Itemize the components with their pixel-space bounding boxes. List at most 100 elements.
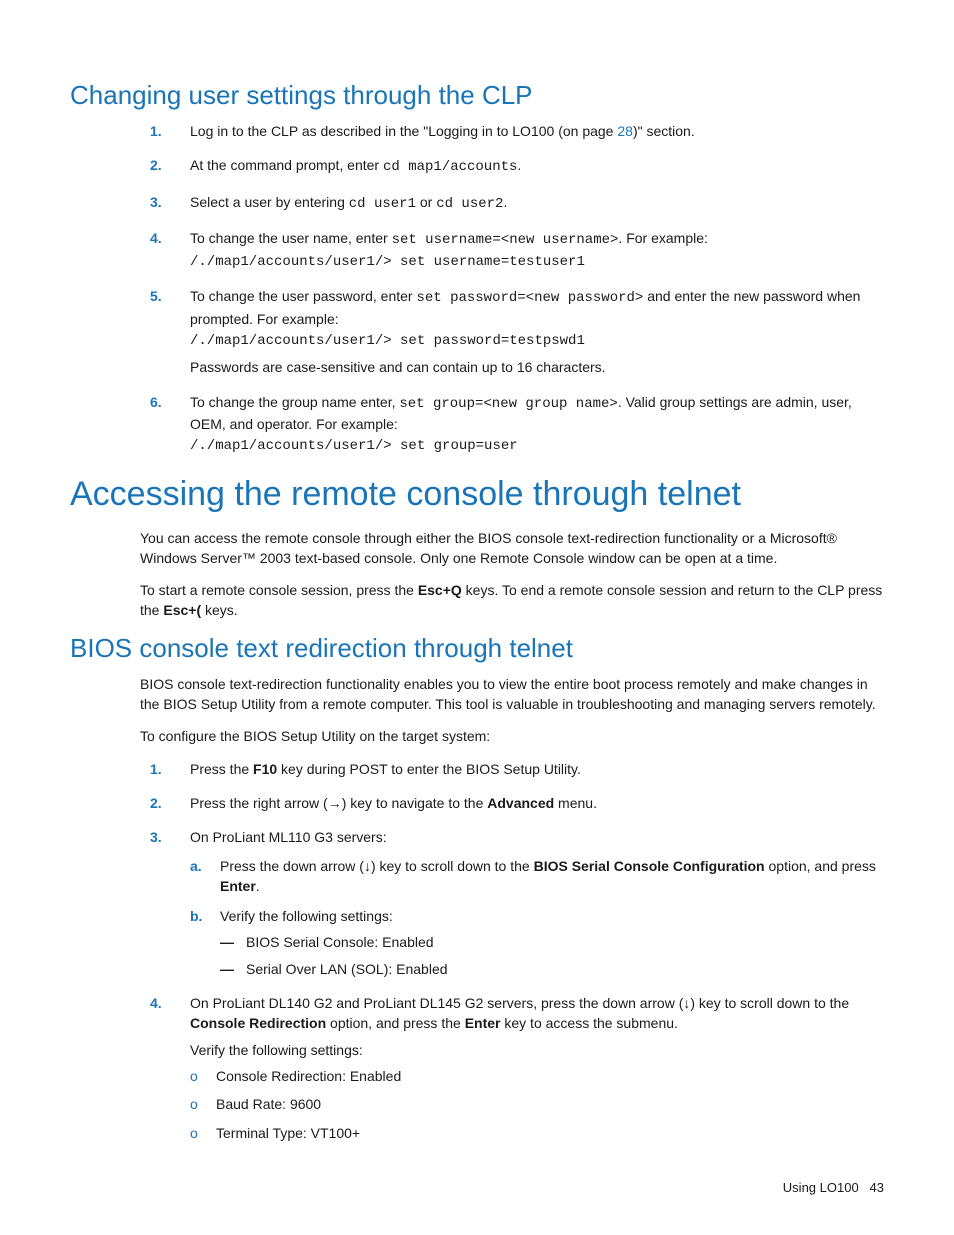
text: To start a remote console session, press… — [140, 582, 418, 598]
page-link-28[interactable]: 28 — [617, 123, 633, 139]
list-item: o Console Redirection: Enabled — [190, 1066, 884, 1086]
list-marker: b. — [190, 906, 202, 926]
bold-text: Console Redirection — [190, 1015, 326, 1031]
text: At the command prompt, enter — [190, 157, 383, 173]
code-text: cd user1 — [349, 196, 416, 212]
circle-marker: o — [190, 1123, 198, 1143]
code-text: set username=<new username> — [392, 232, 619, 248]
list-marker: 2. — [150, 793, 162, 813]
text: Terminal Type: VT100+ — [216, 1125, 360, 1141]
list-item: 4. On ProLiant DL140 G2 and ProLiant DL1… — [150, 993, 884, 1143]
bold-text: Esc+( — [163, 602, 201, 618]
text: Press the right arrow (→) key to navigat… — [190, 795, 487, 811]
text: Press the down arrow (↓) key to scroll d… — [220, 858, 534, 874]
text: To change the group name enter, — [190, 394, 399, 410]
paragraph: To configure the BIOS Setup Utility on t… — [140, 726, 884, 746]
text: key to access the submenu. — [500, 1015, 677, 1031]
ordered-list-clp-steps: 1. Log in to the CLP as described in the… — [150, 121, 884, 457]
paragraph: BIOS console text-redirection functional… — [140, 674, 884, 715]
heading-accessing-remote-console: Accessing the remote console through tel… — [70, 475, 884, 514]
text: key during POST to enter the BIOS Setup … — [277, 761, 581, 777]
list-item: 1. Log in to the CLP as described in the… — [150, 121, 884, 141]
bold-text: Esc+Q — [418, 582, 462, 598]
dash-list: — BIOS Serial Console: Enabled — Serial Ov… — [220, 932, 884, 979]
list-item: 3. Select a user by entering cd user1 or… — [150, 192, 884, 214]
list-item: 6. To change the group name enter, set g… — [150, 392, 884, 457]
paragraph: You can access the remote console throug… — [140, 528, 884, 569]
list-item: 5. To change the user password, enter se… — [150, 286, 884, 377]
paragraph: To start a remote console session, press… — [140, 580, 884, 621]
code-text: cd map1/accounts — [383, 159, 517, 175]
text: BIOS Serial Console: Enabled — [246, 934, 434, 950]
code-text: cd user2 — [436, 196, 503, 212]
heading-changing-user-settings: Changing user settings through the CLP — [70, 80, 884, 111]
text: option, and press the — [326, 1015, 465, 1031]
code-text: set group=<new group name> — [399, 396, 617, 412]
note-text: Passwords are case-sensitive and can con… — [190, 357, 884, 377]
list-marker: 6. — [150, 392, 162, 412]
dash-marker: — — [220, 932, 234, 952]
heading-bios-console: BIOS console text redirection through te… — [70, 633, 884, 664]
list-item: 1. Press the F10 key during POST to ente… — [150, 759, 884, 779]
text: option, and press — [765, 858, 876, 874]
list-item: b. Verify the following settings: — BIOS … — [190, 906, 884, 979]
document-page: Changing user settings through the CLP 1… — [0, 0, 954, 1235]
list-marker: 4. — [150, 228, 162, 248]
text: On ProLiant DL140 G2 and ProLiant DL145 … — [190, 995, 849, 1011]
dash-marker: — — [220, 959, 234, 979]
text: Press the — [190, 761, 253, 777]
list-item: 4. To change the user name, enter set us… — [150, 228, 884, 273]
text: keys. — [201, 602, 238, 618]
text: Verify the following settings: — [190, 1040, 884, 1060]
list-item: o Baud Rate: 9600 — [190, 1094, 884, 1114]
list-marker: 3. — [150, 192, 162, 212]
circle-marker: o — [190, 1066, 198, 1086]
code-line: /./map1/accounts/user1/> set username=te… — [190, 254, 585, 270]
code-text: set password=<new password> — [416, 290, 643, 306]
list-marker: 5. — [150, 286, 162, 306]
list-item: 2. Press the right arrow (→) key to navi… — [150, 793, 884, 813]
list-marker: 4. — [150, 993, 162, 1013]
text: . — [503, 194, 507, 210]
list-marker: a. — [190, 856, 202, 876]
footer-label: Using LO100 — [783, 1180, 859, 1195]
circle-list: o Console Redirection: Enabled o Baud Rate… — [190, 1066, 884, 1143]
text: Baud Rate: 9600 — [216, 1096, 321, 1112]
text: Log in to the CLP as described in the "L… — [190, 123, 617, 139]
list-marker: 1. — [150, 121, 162, 141]
page-footer: Using LO100 43 — [783, 1180, 884, 1195]
text: . — [517, 157, 521, 173]
bold-text: F10 — [253, 761, 277, 777]
bold-text: Enter — [220, 878, 256, 894]
bold-text: Enter — [465, 1015, 501, 1031]
sub-ordered-list: a. Press the down arrow (↓) key to scrol… — [190, 856, 884, 979]
list-marker: 1. — [150, 759, 162, 779]
page-number: 43 — [870, 1180, 884, 1195]
bold-text: Advanced — [487, 795, 554, 811]
text: or — [416, 194, 436, 210]
text: )" section. — [633, 123, 695, 139]
circle-marker: o — [190, 1094, 198, 1114]
text: menu. — [554, 795, 597, 811]
code-line: /./map1/accounts/user1/> set password=te… — [190, 333, 585, 349]
text: Verify the following settings: — [220, 908, 393, 924]
text: . For example: — [618, 230, 707, 246]
list-item: — BIOS Serial Console: Enabled — [220, 932, 884, 952]
list-item: 3. On ProLiant ML110 G3 servers: a. Pres… — [150, 827, 884, 979]
text: Console Redirection: Enabled — [216, 1068, 401, 1084]
text: . — [256, 878, 260, 894]
code-line: /./map1/accounts/user1/> set group=user — [190, 438, 518, 454]
list-item: o Terminal Type: VT100+ — [190, 1123, 884, 1143]
text: On ProLiant ML110 G3 servers: — [190, 829, 387, 845]
ordered-list-bios-steps: 1. Press the F10 key during POST to ente… — [150, 759, 884, 1143]
list-item: 2. At the command prompt, enter cd map1/… — [150, 155, 884, 177]
text: Serial Over LAN (SOL): Enabled — [246, 961, 448, 977]
text: To change the user name, enter — [190, 230, 392, 246]
text: Select a user by entering — [190, 194, 349, 210]
bold-text: BIOS Serial Console Configuration — [534, 858, 765, 874]
list-marker: 2. — [150, 155, 162, 175]
list-marker: 3. — [150, 827, 162, 847]
text: To change the user password, enter — [190, 288, 416, 304]
list-item: — Serial Over LAN (SOL): Enabled — [220, 959, 884, 979]
list-item: a. Press the down arrow (↓) key to scrol… — [190, 856, 884, 897]
